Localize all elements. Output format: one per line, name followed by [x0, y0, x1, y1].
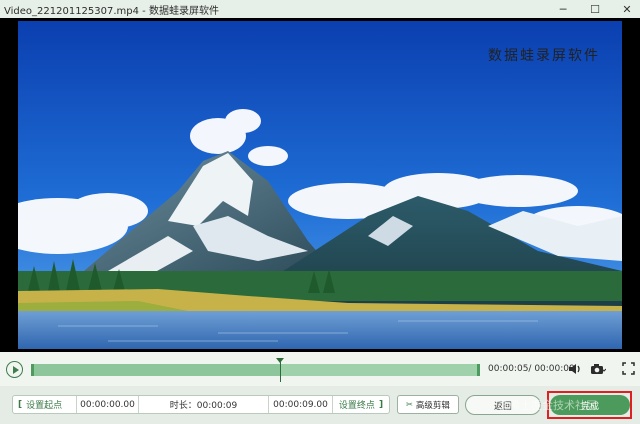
fullscreen-button[interactable]: [622, 362, 635, 376]
window-title: Video_221201125307.mp4 - 数据蛙录屏软件: [4, 5, 219, 17]
set-start-button[interactable]: [ 设置起点: [13, 396, 77, 413]
set-end-label: 设置终点: [338, 401, 375, 411]
bracket-right-icon: ]: [378, 399, 384, 410]
playhead-line: [280, 362, 282, 382]
play-icon: [12, 365, 19, 374]
advanced-edit-label: 高级剪辑: [415, 400, 450, 411]
timeline-progress: [31, 364, 281, 376]
close-button[interactable]: ✕: [620, 2, 634, 16]
start-time-field[interactable]: 00:00:00.00: [77, 396, 139, 413]
fullscreen-icon: [622, 362, 635, 375]
video-player-area[interactable]: 数据蛙录屏软件: [0, 18, 640, 352]
duration-display: 时长：00:00:09: [139, 396, 269, 413]
volume-button[interactable]: [568, 362, 582, 376]
set-start-label: 设置起点: [26, 401, 63, 411]
minimize-button[interactable]: ─: [556, 2, 570, 16]
advanced-edit-button[interactable]: ✂ 高级剪辑: [397, 395, 459, 414]
camera-icon: [591, 364, 607, 374]
timecode: 00:00:05/ 00:00:09: [488, 364, 575, 374]
timeline-track[interactable]: [31, 358, 480, 382]
trim-end-handle[interactable]: [477, 364, 480, 376]
volume-icon: [569, 364, 580, 374]
trim-fields: [ 设置起点 00:00:00.00 时长：00:00:09 00:00:09.…: [12, 395, 390, 414]
maximize-button[interactable]: ☐: [588, 2, 602, 16]
set-end-button[interactable]: 设置终点 ]: [333, 396, 389, 413]
end-time-field[interactable]: 00:00:09.00: [269, 396, 333, 413]
playback-bar: 00:00:05/ 00:00:09: [0, 352, 640, 386]
play-button[interactable]: [6, 361, 23, 378]
video-frame[interactable]: 数据蛙录屏软件: [18, 21, 622, 349]
video-frame-image: [18, 21, 622, 349]
window-controls: ─ ☐ ✕: [556, 0, 634, 18]
site-watermark: @稀土掘金技术社区: [498, 399, 597, 412]
trim-start-handle[interactable]: [31, 364, 34, 376]
playhead[interactable]: [276, 358, 285, 382]
title-bar: Video_221201125307.mp4 - 数据蛙录屏软件 ─ ☐ ✕: [0, 0, 640, 18]
bracket-left-icon: [: [18, 399, 23, 410]
scissors-icon: ✂: [406, 400, 413, 409]
video-watermark: 数据蛙录屏软件: [488, 48, 600, 64]
screenshot-button[interactable]: [590, 362, 607, 376]
